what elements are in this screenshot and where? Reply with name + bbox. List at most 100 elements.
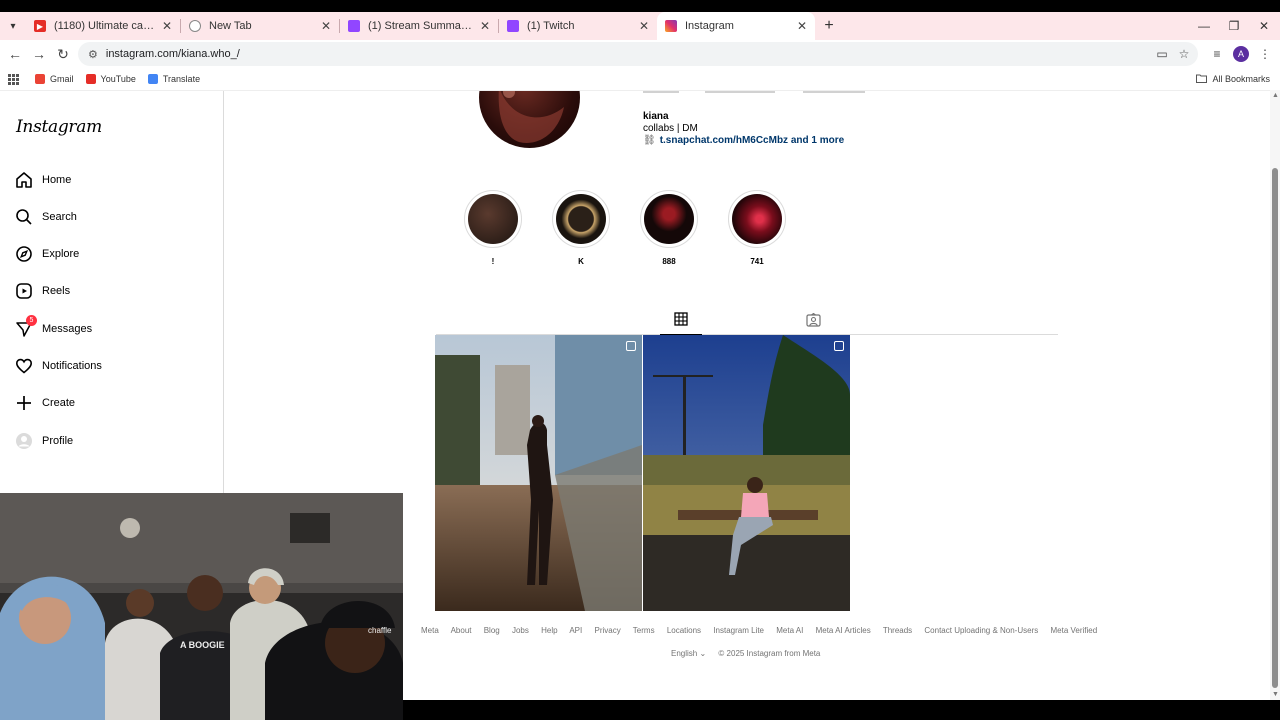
close-icon[interactable]: ✕ <box>321 19 331 33</box>
plus-icon <box>14 393 34 413</box>
sidebar-item-profile[interactable]: Profile <box>14 428 73 454</box>
bookmark-star-icon[interactable]: ☆ <box>1173 42 1195 66</box>
bookmark-youtube[interactable]: YouTube <box>85 74 136 84</box>
footer-link[interactable]: API <box>569 626 582 635</box>
footer-link[interactable]: Meta AI Articles <box>816 626 871 635</box>
restore-icon[interactable]: ❐ <box>1218 12 1250 40</box>
bookmark-label: YouTube <box>100 74 136 84</box>
tab-search-button[interactable]: ▾ <box>0 12 26 40</box>
apps-icon[interactable] <box>8 73 19 85</box>
tab-posts[interactable] <box>660 309 702 335</box>
browser-tab[interactable]: ▶ (1180) Ultimate car crash comp ✕ <box>26 12 180 40</box>
notification-badge: 5 <box>26 315 37 326</box>
highlight-ring <box>552 190 610 248</box>
tab-tagged[interactable] <box>800 309 826 335</box>
footer-link[interactable]: Threads <box>883 626 912 635</box>
scrollbar-thumb[interactable] <box>1272 168 1278 688</box>
page-scrollbar[interactable]: ▲ ▼ <box>1270 90 1280 700</box>
language-select[interactable]: English ⌄ <box>671 649 706 658</box>
scroll-up-icon[interactable]: ▲ <box>1272 92 1279 99</box>
footer-link[interactable]: Jobs <box>512 626 529 635</box>
reload-icon[interactable]: ↻ <box>51 42 75 66</box>
highlight-ring <box>640 190 698 248</box>
footer-link[interactable]: Help <box>541 626 557 635</box>
profile-link-text: t.snapchat.com/hM6CcMbz and 1 more <box>659 135 845 146</box>
post-thumbnail[interactable] <box>435 335 642 611</box>
close-icon[interactable]: ✕ <box>162 19 172 33</box>
more-menu-icon[interactable]: ⋮ <box>1254 42 1276 66</box>
story-highlight[interactable]: ! <box>463 190 523 266</box>
webcam-overlay: A BOOGIE chaffle <box>0 493 403 720</box>
bookmark-translate[interactable]: Translate <box>147 74 200 84</box>
instagram-icon <box>665 20 677 32</box>
language-label: English <box>671 649 698 658</box>
story-highlight[interactable]: 741 <box>727 190 787 266</box>
minimize-icon[interactable]: — <box>1188 12 1220 40</box>
twitch-icon <box>507 20 519 32</box>
profile-button[interactable]: A <box>1230 42 1252 66</box>
footer-link[interactable]: Contact Uploading & Non-Users <box>924 626 1038 635</box>
search-icon <box>14 207 34 227</box>
close-icon[interactable]: ✕ <box>480 19 490 33</box>
footer-link[interactable]: Instagram Lite <box>713 626 764 635</box>
close-icon[interactable]: ✕ <box>797 19 807 33</box>
instagram-logo[interactable]: Instagram <box>16 117 102 137</box>
messenger-icon: 5 <box>14 315 37 339</box>
footer-link[interactable]: Meta AI <box>776 626 803 635</box>
sidebar-item-home[interactable]: Home <box>14 167 71 193</box>
sidebar-item-explore[interactable]: Explore <box>14 241 79 267</box>
bookmarks-bar: Gmail YouTube Translate All Bookmarks <box>0 68 1280 90</box>
footer-link[interactable]: Privacy <box>594 626 620 635</box>
back-icon[interactable]: ← <box>3 42 27 66</box>
tab-title: (1) Stream Summary - Twitch <box>368 20 474 32</box>
tab-title: (1) Twitch <box>527 20 575 32</box>
window-close-icon[interactable]: ✕ <box>1248 12 1280 40</box>
browser-tab-strip: ▾ ▶ (1180) Ultimate car crash comp ✕ New… <box>0 12 1280 40</box>
sidebar-item-search[interactable]: Search <box>14 204 77 230</box>
install-app-icon[interactable]: ▭ <box>1151 42 1173 66</box>
all-bookmarks-button[interactable]: All Bookmarks <box>1196 68 1270 90</box>
sidebar-item-create[interactable]: Create <box>14 390 75 416</box>
sidebar-item-label: Search <box>42 211 77 223</box>
sidebar-item-label: Create <box>42 397 76 409</box>
browser-tab[interactable]: (1) Twitch ✕ <box>499 12 657 40</box>
chrome-icon <box>189 20 201 32</box>
footer-link[interactable]: Terms <box>633 626 655 635</box>
post-thumbnail[interactable] <box>643 335 850 611</box>
highlight-cover <box>644 194 694 244</box>
story-highlight[interactable]: K <box>551 190 611 266</box>
footer-link[interactable]: Meta Verified <box>1050 626 1097 635</box>
sidebar-item-notifications[interactable]: Notifications <box>14 353 102 379</box>
profile-stats <box>643 91 865 97</box>
grid-icon <box>674 312 688 331</box>
footer-link[interactable]: Locations <box>667 626 701 635</box>
avatar: A <box>1233 46 1249 62</box>
footer-link[interactable]: About <box>451 626 472 635</box>
site-info-icon[interactable]: ⚙ <box>88 48 98 61</box>
highlight-label: K <box>578 257 584 266</box>
story-highlight[interactable]: 888 <box>639 190 699 266</box>
browser-tab-active[interactable]: Instagram ✕ <box>657 12 815 40</box>
avatar-icon <box>14 431 34 451</box>
all-bookmarks-label: All Bookmarks <box>1212 74 1270 84</box>
sidebar-item-reels[interactable]: Reels <box>14 278 70 304</box>
media-controls-icon[interactable]: ≡ <box>1206 42 1228 66</box>
sidebar-item-messages[interactable]: 5 Messages <box>14 315 92 342</box>
close-icon[interactable]: ✕ <box>639 19 649 33</box>
sidebar-item-label: Home <box>42 174 72 186</box>
forward-icon[interactable]: → <box>27 42 51 66</box>
tab-title: New Tab <box>209 20 252 32</box>
new-tab-button[interactable]: + <box>815 17 843 35</box>
browser-tab[interactable]: (1) Stream Summary - Twitch ✕ <box>340 12 498 40</box>
url-text: instagram.com/kiana.who_/ <box>105 48 240 60</box>
address-bar[interactable]: ⚙ instagram.com/kiana.who_/ <box>78 42 1198 66</box>
footer-link[interactable]: Blog <box>484 626 500 635</box>
highlight-cover <box>468 194 518 244</box>
browser-tab[interactable]: New Tab ✕ <box>181 12 339 40</box>
bookmark-gmail[interactable]: Gmail <box>35 74 74 84</box>
profile-picture[interactable] <box>479 91 580 148</box>
scroll-down-icon[interactable]: ▼ <box>1272 691 1279 698</box>
profile-link[interactable]: ⛓ t.snapchat.com/hM6CcMbz and 1 more <box>643 135 844 146</box>
footer-link[interactable]: Meta <box>421 626 439 635</box>
highlight-ring <box>728 190 786 248</box>
